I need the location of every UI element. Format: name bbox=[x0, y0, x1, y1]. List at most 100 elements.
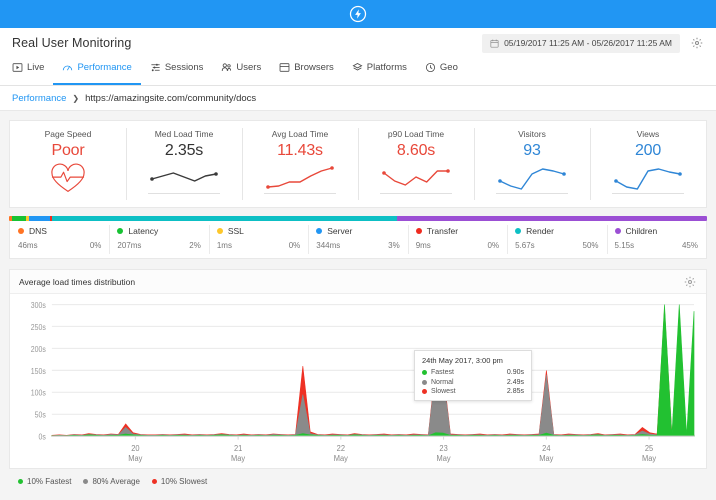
breakdown-time: 46ms bbox=[18, 241, 38, 250]
breakdown-card-dns[interactable]: DNS 46ms 0% bbox=[10, 221, 109, 258]
x-axis-tick: 24 bbox=[542, 444, 551, 454]
tooltip-dot-fastest bbox=[422, 370, 427, 375]
breakdown-card-render[interactable]: Render 5.67s 50% bbox=[507, 221, 606, 258]
tab-live[interactable]: Live bbox=[12, 58, 53, 85]
tooltip-row: Normal 2.49s bbox=[422, 379, 524, 386]
breakdown-card-children[interactable]: Children 5.15s 45% bbox=[606, 221, 706, 258]
x-axis-tick: 20 bbox=[131, 444, 140, 454]
tab-label: Users bbox=[236, 62, 262, 73]
metric-label: Page Speed bbox=[44, 129, 92, 139]
breakdown-pct: 0% bbox=[89, 241, 102, 250]
metric-value: Poor bbox=[51, 142, 85, 159]
breakdown-name: Children bbox=[625, 226, 658, 236]
breakdown-dot-icon bbox=[415, 228, 422, 234]
legend-label: 10% Slowest bbox=[160, 477, 208, 486]
metric-card-p90-load-time[interactable]: p90 Load Time 8.60s bbox=[358, 121, 474, 207]
metric-cards: Page Speed Poor Med Load Time 2.35s Avg … bbox=[9, 120, 707, 208]
x-axis-tick: May bbox=[334, 454, 348, 464]
metric-label: Med Load Time bbox=[154, 129, 214, 139]
breadcrumb: Performance ❯ https://amazingsite.com/co… bbox=[0, 86, 716, 111]
breakdown-name: Render bbox=[526, 226, 554, 236]
legend-dot-icon bbox=[151, 479, 157, 484]
panel-settings-button[interactable] bbox=[683, 275, 697, 289]
timing-breakdown-cards: DNS 46ms 0% Latency 207ms 2% SSL 1ms 0% Server 344… bbox=[9, 221, 707, 259]
metric-value: 2.35s bbox=[164, 142, 204, 159]
gear-icon bbox=[684, 276, 696, 288]
breakdown-card-latency[interactable]: Latency 207ms 2% bbox=[109, 221, 208, 258]
tooltip-title: 24th May 2017, 3:00 pm bbox=[422, 356, 503, 365]
window-icon bbox=[279, 62, 290, 73]
tab-label: Browsers bbox=[294, 62, 334, 73]
metric-card-page-speed[interactable]: Page Speed Poor bbox=[10, 121, 126, 207]
breakdown-dot-icon bbox=[117, 228, 124, 234]
breadcrumb-separator-icon: ❯ bbox=[72, 93, 80, 103]
tooltip-series-name: Fastest bbox=[431, 369, 454, 376]
breakdown-card-ssl[interactable]: SSL 1ms 0% bbox=[208, 221, 308, 258]
tab-sessions[interactable]: Sessions bbox=[141, 58, 213, 85]
y-axis-tick: 250s bbox=[31, 322, 46, 332]
breadcrumb-parent-link[interactable]: Performance bbox=[12, 93, 66, 104]
tab-label: Live bbox=[27, 62, 45, 73]
breakdown-time: 5.15s bbox=[614, 241, 635, 250]
sparkline bbox=[614, 168, 682, 190]
tab-browsers[interactable]: Browsers bbox=[270, 58, 343, 85]
gauge-icon bbox=[62, 62, 73, 73]
series-area-average bbox=[51, 369, 695, 437]
breakdown-dot-icon bbox=[614, 228, 621, 234]
breakdown-dot-icon bbox=[316, 228, 323, 234]
breakdown-pct: 0% bbox=[288, 241, 301, 250]
load-time-distribution-chart[interactable]: 0s50s100s150s200s250s300s20May21May22May… bbox=[12, 300, 700, 468]
legend-item-fastest[interactable]: 10% Fastest bbox=[18, 477, 71, 486]
sparkline-baseline bbox=[612, 193, 684, 194]
timing-breakdown: DNS 46ms 0% Latency 207ms 2% SSL 1ms 0% Server 344… bbox=[9, 216, 707, 259]
breakdown-card-server[interactable]: Server 344ms 3% bbox=[308, 221, 407, 258]
settings-button[interactable] bbox=[690, 36, 704, 50]
legend-item-average[interactable]: 80% Average bbox=[83, 477, 140, 486]
metric-card-med-load-time[interactable]: Med Load Time 2.35s bbox=[126, 121, 242, 207]
sparkline bbox=[498, 168, 566, 190]
sparkline-baseline bbox=[496, 193, 568, 194]
tab-users[interactable]: Users bbox=[212, 58, 270, 85]
tab-performance[interactable]: Performance bbox=[53, 58, 141, 85]
x-axis-tick: May bbox=[437, 454, 451, 464]
date-range-picker[interactable]: 05/19/2017 11:25 AM - 05/26/2017 11:25 A… bbox=[482, 33, 680, 53]
breakdown-card-transfer[interactable]: Transfer 9ms 0% bbox=[407, 221, 507, 258]
tab-label: Geo bbox=[439, 62, 458, 73]
metric-card-avg-load-time[interactable]: Avg Load Time 11.43s bbox=[242, 121, 358, 207]
metric-value: 8.60s bbox=[396, 142, 436, 159]
legend-item-slowest[interactable]: 10% Slowest bbox=[151, 477, 208, 486]
breakdown-dot-icon bbox=[18, 228, 24, 234]
metric-card-visitors[interactable]: Visitors 93 bbox=[474, 121, 590, 207]
play-box-icon bbox=[12, 62, 23, 73]
sparkline-baseline bbox=[148, 193, 220, 194]
rum-dashboard: Real User Monitoring 05/19/2017 11:25 AM… bbox=[0, 0, 716, 500]
tooltip-dot-normal bbox=[422, 379, 427, 385]
breakdown-dot-icon bbox=[216, 228, 223, 234]
series-area-slowest bbox=[51, 308, 695, 437]
main-nav-tabs: Live Performance Sessions Users Browsers… bbox=[12, 58, 704, 85]
tooltip-dot-slowest bbox=[422, 389, 427, 394]
y-axis-tick: 100s bbox=[31, 388, 46, 398]
sliders-icon bbox=[150, 62, 161, 73]
tab-geo[interactable]: Geo bbox=[416, 58, 467, 85]
chart-body: 0s 50s 100s 150s 200s 250s 300s 20 May 21 May 22 May… bbox=[10, 294, 706, 468]
chart-tooltip: 24th May 2017, 3:00 pm Fastest 0.90s Nor… bbox=[414, 350, 532, 401]
breakdown-name: Transfer bbox=[426, 226, 459, 236]
panel-title: Average load times distribution bbox=[19, 276, 136, 287]
metric-label: Visitors bbox=[518, 129, 546, 139]
breakdown-pct: 50% bbox=[582, 241, 599, 250]
y-axis-tick: 150s bbox=[31, 366, 46, 376]
y-axis-tick: 300s bbox=[31, 301, 46, 311]
breakdown-time: 5.67s bbox=[515, 241, 535, 250]
chart-legend: 10% Fastest 80% Average 10% Slowest bbox=[0, 469, 716, 486]
breakdown-pct: 3% bbox=[388, 241, 400, 250]
metric-label: p90 Load Time bbox=[387, 129, 445, 139]
tab-label: Performance bbox=[77, 62, 132, 73]
tooltip-series-value: 2.85s bbox=[506, 388, 524, 395]
sparkline-baseline bbox=[380, 193, 452, 194]
tab-platforms[interactable]: Platforms bbox=[343, 58, 416, 85]
metric-card-views[interactable]: Views 200 bbox=[590, 121, 706, 207]
tooltip-row: Slowest 2.85s bbox=[422, 388, 524, 395]
breakdown-time: 1ms bbox=[216, 241, 232, 250]
breakdown-time: 207ms bbox=[117, 241, 142, 250]
